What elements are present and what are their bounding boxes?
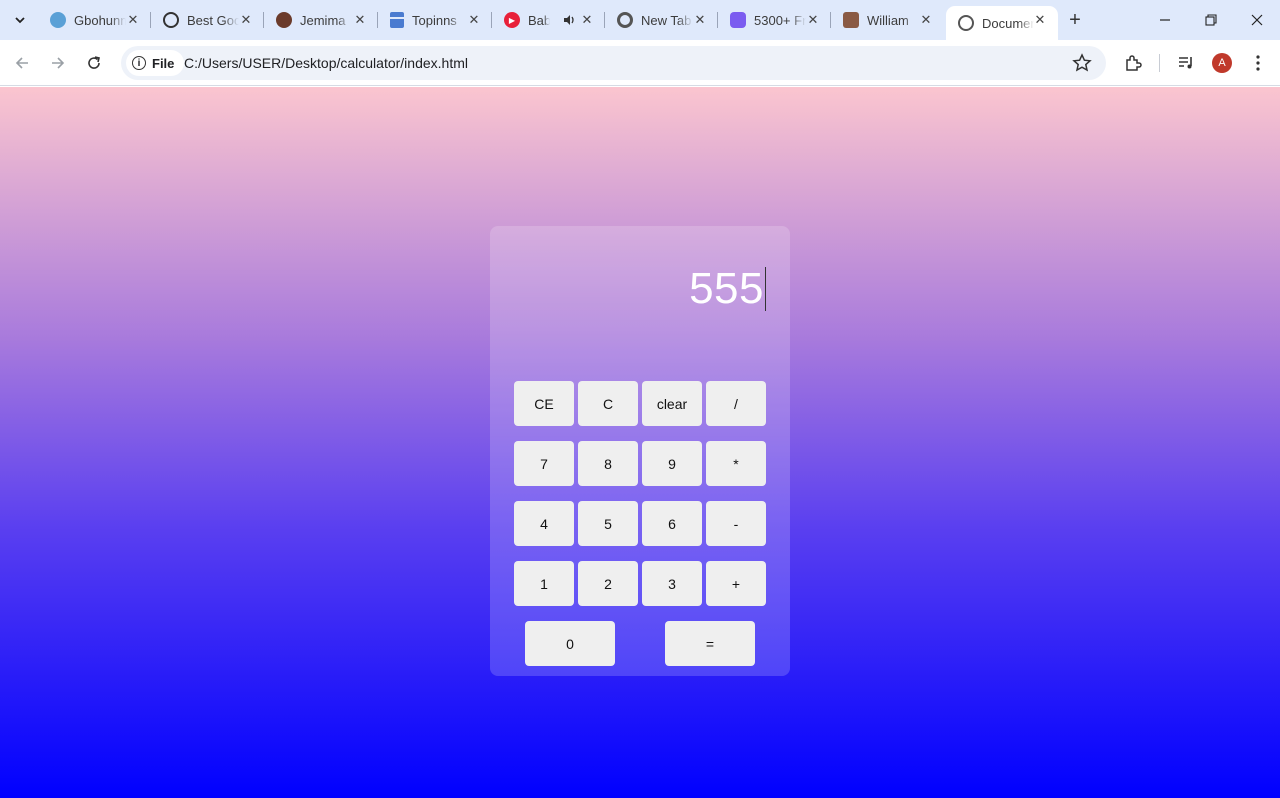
tab-title: 5300+ Free bbox=[754, 12, 806, 28]
close-icon[interactable]: ✕ bbox=[579, 12, 595, 28]
tab-5300-free[interactable]: 5300+ Free ✕ bbox=[718, 0, 831, 40]
key-multiply[interactable]: * bbox=[706, 441, 766, 486]
topinns-icon bbox=[390, 12, 404, 28]
close-icon[interactable]: ✕ bbox=[692, 12, 708, 28]
close-icon[interactable]: ✕ bbox=[466, 12, 482, 28]
tab-title: New Tab bbox=[641, 12, 692, 28]
key-4[interactable]: 4 bbox=[514, 501, 574, 546]
tab-title: Baby bbox=[528, 12, 550, 28]
close-icon[interactable]: ✕ bbox=[805, 12, 821, 28]
key-subtract[interactable]: - bbox=[706, 501, 766, 546]
tab-baby[interactable]: ▶ Baby ✕ bbox=[492, 0, 605, 40]
address-bar[interactable]: i File C:/Users/USER/Desktop/calculator/… bbox=[121, 46, 1106, 80]
restore-icon bbox=[1205, 14, 1217, 26]
media-control-button[interactable] bbox=[1175, 52, 1197, 74]
globe-icon bbox=[958, 15, 974, 31]
reload-icon bbox=[88, 56, 100, 69]
avatar-icon bbox=[50, 12, 66, 28]
calculator-display[interactable]: 555 bbox=[689, 264, 766, 314]
star-icon[interactable] bbox=[1072, 53, 1092, 73]
plus-icon: + bbox=[1069, 8, 1081, 31]
avatar-icon bbox=[843, 12, 859, 28]
key-clear[interactable]: clear bbox=[642, 381, 702, 426]
arrow-right-icon bbox=[52, 57, 65, 69]
music-queue-icon bbox=[1179, 57, 1192, 69]
tab-title: Gbohunmi bbox=[74, 12, 126, 28]
key-0[interactable]: 0 bbox=[525, 621, 615, 666]
key-ce[interactable]: CE bbox=[514, 381, 574, 426]
minimize-icon bbox=[1160, 19, 1170, 21]
kebab-menu-icon bbox=[1256, 55, 1260, 71]
tab-title: Jemima bbox=[300, 12, 346, 28]
back-button[interactable] bbox=[8, 49, 36, 77]
tab-title: William bbox=[867, 12, 909, 28]
key-equals[interactable]: = bbox=[665, 621, 755, 666]
key-add[interactable]: + bbox=[706, 561, 766, 606]
close-icon[interactable]: ✕ bbox=[352, 12, 368, 28]
chip-label: File bbox=[152, 55, 175, 71]
key-8[interactable]: 8 bbox=[578, 441, 638, 486]
openai-icon bbox=[163, 12, 179, 28]
tab-best-google[interactable]: Best Google ✕ bbox=[151, 0, 264, 40]
text-caret bbox=[765, 267, 766, 311]
close-icon[interactable]: ✕ bbox=[1032, 12, 1048, 28]
key-5[interactable]: 5 bbox=[578, 501, 638, 546]
key-3[interactable]: 3 bbox=[642, 561, 702, 606]
menu-button[interactable] bbox=[1247, 52, 1269, 74]
reload-button[interactable] bbox=[80, 49, 108, 77]
new-tab-button[interactable]: + bbox=[1064, 9, 1086, 31]
tab-title: Topinns bbox=[412, 12, 457, 28]
arrow-left-icon bbox=[15, 57, 28, 69]
tab-topinns[interactable]: Topinns ✕ bbox=[378, 0, 492, 40]
key-6[interactable]: 6 bbox=[642, 501, 702, 546]
info-icon: i bbox=[132, 56, 146, 70]
key-c[interactable]: C bbox=[578, 381, 638, 426]
close-icon[interactable]: ✕ bbox=[918, 12, 934, 28]
page-viewport: 555 CE C clear / 7 8 9 * 4 5 6 - 1 2 3 +… bbox=[0, 87, 1280, 798]
close-window-button[interactable] bbox=[1234, 0, 1280, 40]
tab-jemima[interactable]: Jemima ✕ bbox=[264, 0, 378, 40]
tab-search-button[interactable] bbox=[7, 8, 33, 32]
browser-toolbar: i File C:/Users/USER/Desktop/calculator/… bbox=[0, 40, 1280, 86]
chevron-down-icon bbox=[15, 17, 25, 24]
close-icon[interactable]: ✕ bbox=[238, 12, 254, 28]
youtube-music-icon: ▶ bbox=[504, 12, 520, 28]
key-divide[interactable]: / bbox=[706, 381, 766, 426]
speaker-icon[interactable] bbox=[562, 13, 576, 27]
profile-avatar[interactable]: A bbox=[1212, 53, 1232, 73]
chrome-icon bbox=[617, 12, 633, 28]
url-text[interactable]: C:/Users/USER/Desktop/calculator/index.h… bbox=[184, 55, 468, 71]
calculator: 555 CE C clear / 7 8 9 * 4 5 6 - 1 2 3 +… bbox=[490, 226, 790, 676]
tab-william[interactable]: William ✕ bbox=[831, 0, 944, 40]
key-7[interactable]: 7 bbox=[514, 441, 574, 486]
restore-button[interactable] bbox=[1188, 0, 1234, 40]
puzzle-icon bbox=[1126, 55, 1142, 71]
pen-tool-icon bbox=[730, 12, 746, 28]
site-info-chip[interactable]: i File bbox=[126, 50, 185, 76]
close-icon[interactable]: ✕ bbox=[125, 12, 141, 28]
key-2[interactable]: 2 bbox=[578, 561, 638, 606]
extensions-button[interactable] bbox=[1122, 52, 1144, 74]
display-value: 555 bbox=[689, 264, 764, 313]
tab-title: Best Google bbox=[187, 12, 239, 28]
tab-gbohunmi[interactable]: Gbohunmi ✕ bbox=[38, 0, 151, 40]
tab-strip: Gbohunmi ✕ Best Google ✕ Jemima ✕ Topinn… bbox=[0, 0, 1280, 40]
minimize-button[interactable] bbox=[1142, 0, 1188, 40]
tab-new-tab[interactable]: New Tab ✕ bbox=[605, 0, 718, 40]
tab-document[interactable]: Document ✕ bbox=[946, 6, 1058, 40]
forward-button[interactable] bbox=[44, 49, 72, 77]
key-1[interactable]: 1 bbox=[514, 561, 574, 606]
key-9[interactable]: 9 bbox=[642, 441, 702, 486]
avatar-icon bbox=[276, 12, 292, 28]
tab-title: Document bbox=[982, 15, 1034, 31]
close-icon bbox=[1251, 14, 1263, 26]
